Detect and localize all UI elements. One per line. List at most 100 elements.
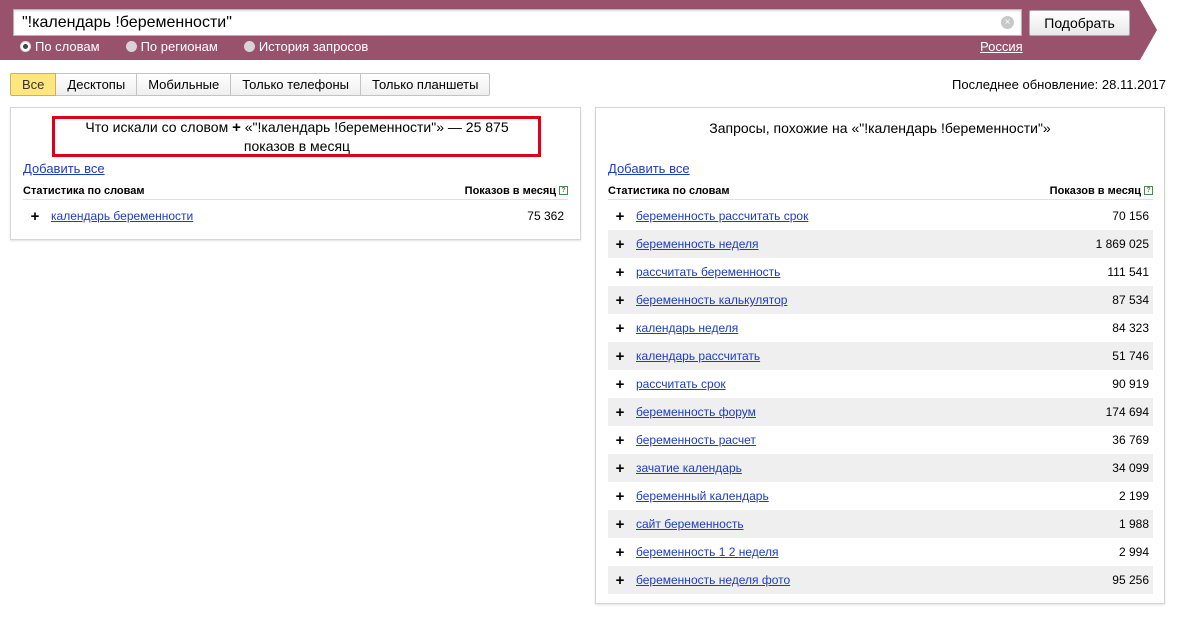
table-row: + календарь рассчитать 51 746 xyxy=(608,342,1153,370)
plus-icon[interactable]: + xyxy=(614,572,626,589)
plus-icon[interactable]: + xyxy=(614,292,626,309)
help-icon[interactable]: ? xyxy=(1144,186,1153,196)
row-left: + сайт беременность xyxy=(608,516,744,533)
column-headers: Статистика по словам Показов в месяц? xyxy=(23,182,568,200)
row-left: + беременность неделя xyxy=(608,236,759,253)
submit-button[interactable]: Подобрать xyxy=(1029,10,1130,36)
radio-icon[interactable] xyxy=(20,41,31,52)
row-left: + рассчитать беременность xyxy=(608,264,781,281)
phrase-link[interactable]: зачатие календарь xyxy=(636,461,742,475)
help-icon[interactable]: ? xyxy=(559,186,568,196)
header-band: × Подобрать По словам По регионам Истори… xyxy=(0,0,1177,60)
table-row: + зачатие календарь 34 099 xyxy=(608,454,1153,482)
row-left: + беременность калькулятор xyxy=(608,292,788,309)
plus-icon[interactable]: + xyxy=(614,404,626,421)
row-left: + беременность 1 2 неделя xyxy=(608,544,779,561)
phrase-link[interactable]: рассчитать беременность xyxy=(636,265,780,279)
plus-icon[interactable]: + xyxy=(614,488,626,505)
plus-icon[interactable]: + xyxy=(232,119,241,136)
plus-icon[interactable]: + xyxy=(614,432,626,449)
col-shows-label: Показов в месяц xyxy=(464,184,556,197)
shows-count: 1 988 xyxy=(1118,517,1149,531)
plus-icon[interactable]: + xyxy=(614,460,626,477)
tab-phones-only[interactable]: Только телефоны xyxy=(231,73,362,96)
table-row: + беременность неделя 1 869 025 xyxy=(608,230,1153,258)
phrase-link[interactable]: беременность рассчитать срок xyxy=(636,209,808,223)
plus-icon[interactable]: + xyxy=(614,320,626,337)
search-input[interactable] xyxy=(14,10,994,35)
phrase-link[interactable]: календарь неделя xyxy=(636,321,738,335)
title-query-count: «"!календарь !беременности"» — 25 875 xyxy=(244,119,509,135)
col-words: Статистика по словам xyxy=(23,184,145,197)
phrase-link[interactable]: беременность расчет xyxy=(636,433,756,447)
phrase-link[interactable]: беременность неделя фото xyxy=(636,573,790,587)
mode-history[interactable]: История запросов xyxy=(243,39,369,54)
phrase-link[interactable]: беременность калькулятор xyxy=(636,293,787,307)
table-row: + календарь неделя 84 323 xyxy=(608,314,1153,342)
shows-count: 90 919 xyxy=(1112,377,1149,391)
tab-desktops[interactable]: Десктопы xyxy=(56,73,138,96)
mode-by-words[interactable]: По словам xyxy=(20,39,100,54)
device-tabs: Все Десктопы Мобильные Только телефоны Т… xyxy=(10,73,491,96)
mode-label: По регионам xyxy=(140,39,218,54)
shows-count: 87 534 xyxy=(1112,293,1149,307)
table-row: + беременность расчет 36 769 xyxy=(608,426,1153,454)
shows-count: 51 746 xyxy=(1112,349,1149,363)
plus-icon[interactable]: + xyxy=(614,376,626,393)
phrase-link[interactable]: календарь беременности xyxy=(51,209,193,223)
row-left: + календарь рассчитать xyxy=(608,348,761,365)
plus-icon[interactable]: + xyxy=(614,348,626,365)
tab-all[interactable]: Все xyxy=(10,73,57,96)
phrase-link[interactable]: беременность 1 2 неделя xyxy=(636,545,779,559)
plus-icon[interactable]: + xyxy=(614,516,626,533)
radio-icon[interactable] xyxy=(125,41,137,52)
left-rows: + календарь беременности 75 362 xyxy=(23,202,568,230)
phrase-link[interactable]: сайт беременность xyxy=(636,517,744,531)
search-box[interactable]: × xyxy=(13,9,1022,36)
row-left: + календарь беременности xyxy=(23,208,194,225)
region-link[interactable]: Россия xyxy=(980,39,1023,54)
shows-count: 174 694 xyxy=(1105,405,1149,419)
phrase-link[interactable]: календарь рассчитать xyxy=(636,349,760,363)
right-rows: + беременность рассчитать срок 70 156 + бер… xyxy=(608,202,1153,594)
shows-count: 2 994 xyxy=(1118,545,1149,559)
row-left: + зачатие календарь xyxy=(608,460,742,477)
column-headers: Статистика по словам Показов в месяц? xyxy=(608,182,1153,200)
table-row: + календарь беременности 75 362 xyxy=(23,202,568,230)
row-left: + беременный календарь xyxy=(608,488,769,505)
col-words: Статистика по словам xyxy=(608,184,730,197)
plus-icon[interactable]: + xyxy=(614,264,626,281)
tab-tablets-only[interactable]: Только планшеты xyxy=(361,73,491,96)
row-left: + рассчитать срок xyxy=(608,376,726,393)
shows-count: 75 362 xyxy=(527,209,564,223)
add-all-link[interactable]: Добавить все xyxy=(608,161,690,176)
mode-label: История запросов xyxy=(258,39,369,54)
table-row: + рассчитать беременность 111 541 xyxy=(608,258,1153,286)
table-row: + рассчитать срок 90 919 xyxy=(608,370,1153,398)
plus-icon[interactable]: + xyxy=(614,544,626,561)
plus-icon[interactable]: + xyxy=(29,208,41,225)
row-left: + беременность неделя фото xyxy=(608,572,791,589)
shows-count: 36 769 xyxy=(1112,433,1149,447)
table-row: + сайт беременность 1 988 xyxy=(608,510,1153,538)
mode-label: По словам xyxy=(35,39,100,54)
table-row: + беременность форум 174 694 xyxy=(608,398,1153,426)
tab-mobile[interactable]: Мобильные xyxy=(137,73,232,96)
shows-count: 111 541 xyxy=(1107,265,1149,279)
phrase-link[interactable]: беременность форум xyxy=(636,405,756,419)
plus-icon[interactable]: + xyxy=(614,208,626,225)
radio-icon[interactable] xyxy=(243,41,255,52)
shows-count: 34 099 xyxy=(1112,461,1149,475)
clear-icon[interactable]: × xyxy=(1001,16,1014,29)
plus-icon[interactable]: + xyxy=(614,236,626,253)
shows-count: 84 323 xyxy=(1112,321,1149,335)
searched-with-word-panel: Что искали со словом + «"!календарь !бер… xyxy=(10,107,581,240)
row-left: + беременность форум xyxy=(608,404,756,421)
add-all-link[interactable]: Добавить все xyxy=(23,161,105,176)
phrase-link[interactable]: рассчитать срок xyxy=(636,377,726,391)
table-row: + беременный календарь 2 199 xyxy=(608,482,1153,510)
table-row: + беременность рассчитать срок 70 156 xyxy=(608,202,1153,230)
mode-by-regions[interactable]: По регионам xyxy=(125,39,218,54)
phrase-link[interactable]: беременность неделя xyxy=(636,237,759,251)
phrase-link[interactable]: беременный календарь xyxy=(636,489,769,503)
